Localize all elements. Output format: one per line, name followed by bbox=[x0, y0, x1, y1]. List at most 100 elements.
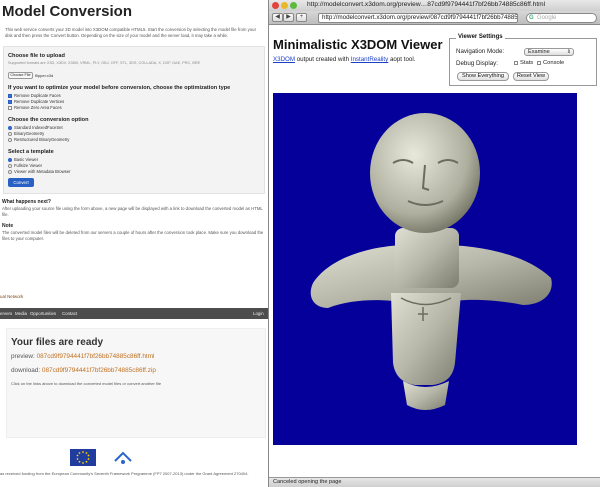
files-ready-title: Your files are ready bbox=[11, 337, 104, 348]
debug-display-label: Debug Display: bbox=[456, 60, 498, 67]
network-link[interactable]: ual Network bbox=[0, 294, 23, 299]
select-arrows-icon: ⇕ bbox=[566, 49, 571, 55]
converter-page: Model Conversion This web service conver… bbox=[0, 0, 268, 487]
navigation-mode-value: Examine bbox=[528, 49, 550, 55]
option-label: Remove Duplicate Vertices bbox=[14, 99, 65, 104]
download-link[interactable]: 087cd9f9794441f7bf26bb74885c86ff.zip bbox=[42, 367, 156, 374]
figurine-model bbox=[310, 113, 552, 410]
nav-bar: ervers Media Opportunities Contact Login bbox=[0, 308, 268, 319]
option-label: BinaryGeometry bbox=[14, 131, 45, 136]
viewer-description: X3DOM output created with InstantReality… bbox=[273, 56, 415, 63]
forward-arrow-icon[interactable]: ▶ bbox=[283, 13, 294, 22]
desc-text: output created with bbox=[295, 56, 351, 63]
option-remove-zero-area-faces[interactable]: Remove Zero Area Faces bbox=[8, 105, 62, 110]
option-label: Remove Zero Area Faces bbox=[14, 105, 62, 110]
desc-text-end: aopt tool. bbox=[388, 56, 416, 63]
stats-checkbox[interactable] bbox=[514, 61, 518, 65]
add-bookmark-icon[interactable]: + bbox=[296, 13, 307, 22]
radio-restructured-binarygeometry[interactable]: Restructured BinaryGeometry bbox=[8, 137, 69, 142]
stats-label: Stats bbox=[520, 60, 534, 66]
option-label: Remove Duplicate Faces bbox=[14, 93, 61, 98]
radio[interactable] bbox=[8, 137, 12, 142]
radio-basic-viewer[interactable]: Basic Viewer bbox=[8, 157, 38, 162]
google-search-icon: G bbox=[529, 15, 534, 21]
window-titlebar: http://modelconvert.x3dom.org/preview…87… bbox=[269, 0, 600, 11]
checkbox[interactable] bbox=[8, 99, 12, 104]
address-bar[interactable]: http://modelconvert.x3dom.org/preview/08… bbox=[318, 13, 518, 23]
funding-logos bbox=[70, 449, 134, 466]
files-ready-note: Click on the links above to download the… bbox=[11, 381, 162, 386]
radio[interactable] bbox=[8, 163, 12, 168]
preview-label: preview: bbox=[11, 353, 35, 360]
option-remove-duplicate-vertices[interactable]: Remove Duplicate Vertices bbox=[8, 99, 64, 104]
files-ready-panel: Your files are ready preview: 087cd9f979… bbox=[6, 328, 266, 438]
template-heading: Select a template bbox=[8, 149, 54, 155]
choose-file-button[interactable]: Choose File bbox=[8, 72, 33, 79]
page-title: Model Conversion bbox=[2, 3, 133, 20]
option-label: Fullsize Viewer bbox=[14, 163, 43, 168]
radio[interactable] bbox=[8, 157, 12, 162]
console-label: Console bbox=[543, 60, 565, 66]
console-checkbox[interactable] bbox=[537, 61, 541, 65]
preview-line: preview: 087cd9f9794441f7bf26bb74885c86f… bbox=[11, 353, 154, 360]
stats-toggle[interactable]: Stats bbox=[514, 60, 533, 66]
status-bar: Canceled opening the page bbox=[269, 477, 600, 487]
nav-item-servers[interactable]: ervers bbox=[0, 311, 12, 316]
option-label: Restructured BinaryGeometry bbox=[14, 137, 70, 142]
radio-metadata-viewer[interactable]: Viewer with Metadata Browser bbox=[8, 169, 70, 174]
x3d-canvas[interactable] bbox=[273, 93, 577, 445]
instantreality-link[interactable]: InstantReality bbox=[351, 56, 389, 63]
nav-item-contact[interactable]: Contact bbox=[62, 311, 77, 316]
show-everything-button[interactable]: Show Everything bbox=[457, 72, 509, 81]
funding-text: as received funding from the European Co… bbox=[0, 471, 249, 476]
download-line: download: 087cd9f9794441f7bf26bb74885c86… bbox=[11, 367, 156, 374]
search-field[interactable]: G Google bbox=[526, 13, 597, 23]
note-text: The converted model files will be delete… bbox=[2, 230, 264, 241]
file-name: flipper.x3d bbox=[35, 73, 54, 78]
option-remove-duplicate-faces[interactable]: Remove Duplicate Faces bbox=[8, 93, 61, 98]
option-label: Basic Viewer bbox=[14, 157, 39, 162]
radio-standard-indexedfaceset[interactable]: Standard IndexedFaceSet bbox=[8, 125, 63, 130]
close-window-icon[interactable] bbox=[272, 2, 279, 9]
radio-binarygeometry[interactable]: BinaryGeometry bbox=[8, 131, 44, 136]
navigation-mode-select[interactable]: Examine ⇕ bbox=[524, 48, 574, 56]
nav-item-opportunities[interactable]: Opportunities bbox=[30, 311, 56, 316]
upload-heading: Choose file to upload bbox=[8, 53, 65, 59]
supported-formats: Supported formats are X3D, X3DV, X3DB, V… bbox=[8, 61, 201, 65]
back-arrow-icon[interactable]: ◀ bbox=[272, 13, 283, 22]
what-happens-text: After uploading your source file using t… bbox=[2, 206, 263, 217]
navigation-mode-label: Navigation Mode: bbox=[456, 48, 505, 55]
option-label: Standard IndexedFaceSet bbox=[14, 125, 63, 130]
minimize-window-icon[interactable] bbox=[281, 2, 288, 9]
convert-button[interactable]: Convert bbox=[8, 178, 34, 187]
browser-window: http://modelconvert.x3dom.org/preview…87… bbox=[268, 0, 600, 487]
search-placeholder: Google bbox=[537, 15, 557, 21]
preview-link[interactable]: 087cd9f9794441f7bf26bb74885c86ff.html bbox=[37, 353, 155, 360]
radio[interactable] bbox=[8, 131, 12, 136]
radio-fullsize-viewer[interactable]: Fullsize Viewer bbox=[8, 163, 42, 168]
reset-view-button[interactable]: Reset View bbox=[513, 72, 549, 81]
what-happens-heading: What happens next? bbox=[2, 199, 51, 205]
optimization-heading: If you want to optimize your model befor… bbox=[8, 85, 231, 91]
radio[interactable] bbox=[8, 169, 12, 174]
note-heading: Note bbox=[2, 223, 14, 229]
checkbox[interactable] bbox=[8, 105, 12, 110]
page-description: This web service converts your 3D model … bbox=[5, 27, 256, 38]
eu-flag-icon bbox=[70, 449, 96, 466]
zoom-window-icon[interactable] bbox=[290, 2, 297, 9]
radio[interactable] bbox=[8, 125, 12, 130]
console-toggle[interactable]: Console bbox=[537, 60, 564, 66]
option-label: Viewer with Metadata Browser bbox=[14, 169, 71, 174]
viewer-settings-legend: Viewer Settings bbox=[456, 34, 505, 40]
x3dom-link[interactable]: X3DOM bbox=[273, 56, 295, 63]
nav-item-media[interactable]: Media bbox=[15, 311, 27, 316]
viewer-title: Minimalistic X3DOM Viewer bbox=[273, 37, 443, 52]
window-title: http://modelconvert.x3dom.org/preview…87… bbox=[307, 1, 546, 8]
browser-toolbar: ◀ ▶ + http://modelconvert.x3dom.org/prev… bbox=[269, 11, 600, 25]
conversion-heading: Choose the conversion option bbox=[8, 117, 89, 123]
conversion-form: Choose file to upload Supported formats … bbox=[3, 46, 265, 194]
checkbox[interactable] bbox=[8, 93, 12, 98]
fp7-logo-icon bbox=[112, 449, 134, 466]
login-link[interactable]: Login bbox=[253, 311, 264, 316]
viewer-settings: Viewer Settings Navigation Mode: Examine… bbox=[449, 34, 597, 86]
